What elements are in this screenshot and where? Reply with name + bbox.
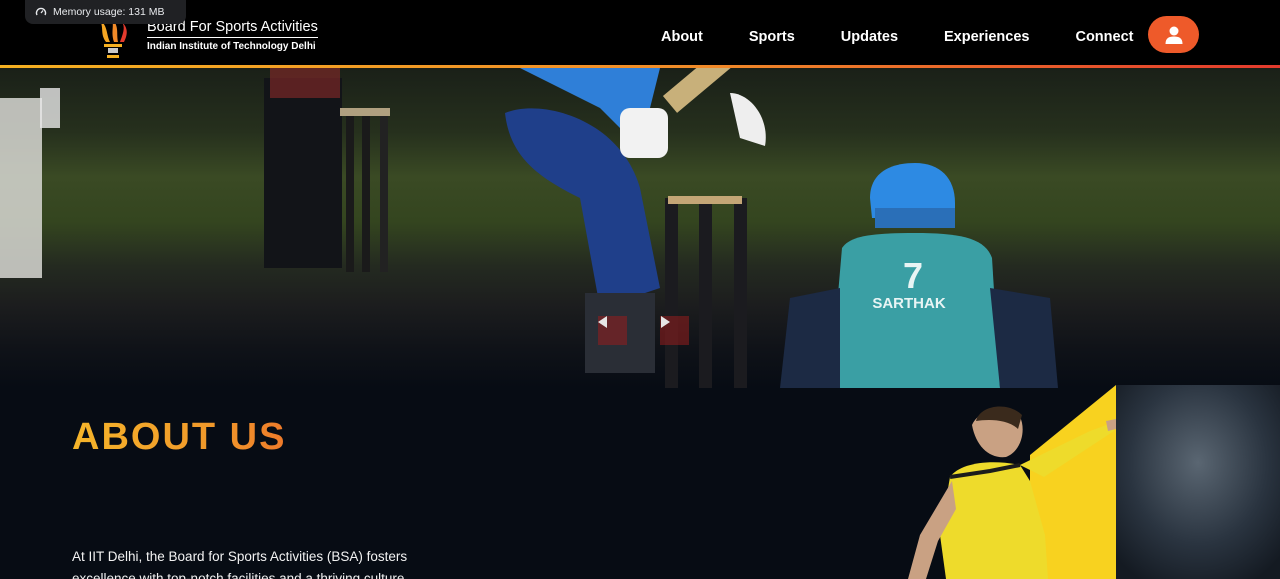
nav-item-about[interactable]: About — [661, 29, 703, 45]
nav-item-sports[interactable]: Sports — [749, 29, 795, 45]
triangle-left-icon — [598, 316, 607, 328]
profile-button[interactable] — [1148, 16, 1199, 53]
nav-links: About Sports Updates Experiences Connect — [661, 29, 1179, 45]
football-player-art — [908, 385, 1280, 579]
user-icon — [1165, 26, 1182, 44]
jersey-number: 7 — [903, 255, 923, 296]
carousel-next-button[interactable] — [660, 316, 689, 345]
about-text: At IIT Delhi, the Board for Sports Activ… — [72, 549, 408, 579]
nav-item-updates[interactable]: Updates — [841, 29, 898, 45]
gauge-icon — [35, 7, 47, 16]
nav-item-connect[interactable]: Connect — [1075, 29, 1133, 45]
memory-usage-text: Memory usage: 131 MB — [53, 6, 165, 18]
jersey-name: SARTHAK — [872, 295, 945, 312]
navbar: Board For Sports Activities Indian Insti… — [0, 0, 1280, 68]
page: Memory usage: 131 MB Board For Sports Ac… — [0, 0, 1280, 579]
triangle-right-icon — [661, 316, 670, 328]
carousel-prev-button[interactable] — [598, 316, 627, 345]
hero-image: 7 SARTHAK — [0, 68, 1058, 388]
memory-usage-tooltip: Memory usage: 131 MB — [25, 0, 186, 24]
nav-item-experiences[interactable]: Experiences — [944, 29, 1029, 45]
brand-subtitle: Indian Institute of Technology Delhi — [147, 41, 316, 52]
hero-carousel: 7 SARTHAK — [0, 68, 1280, 388]
about-title: ABOUT US — [72, 416, 287, 458]
